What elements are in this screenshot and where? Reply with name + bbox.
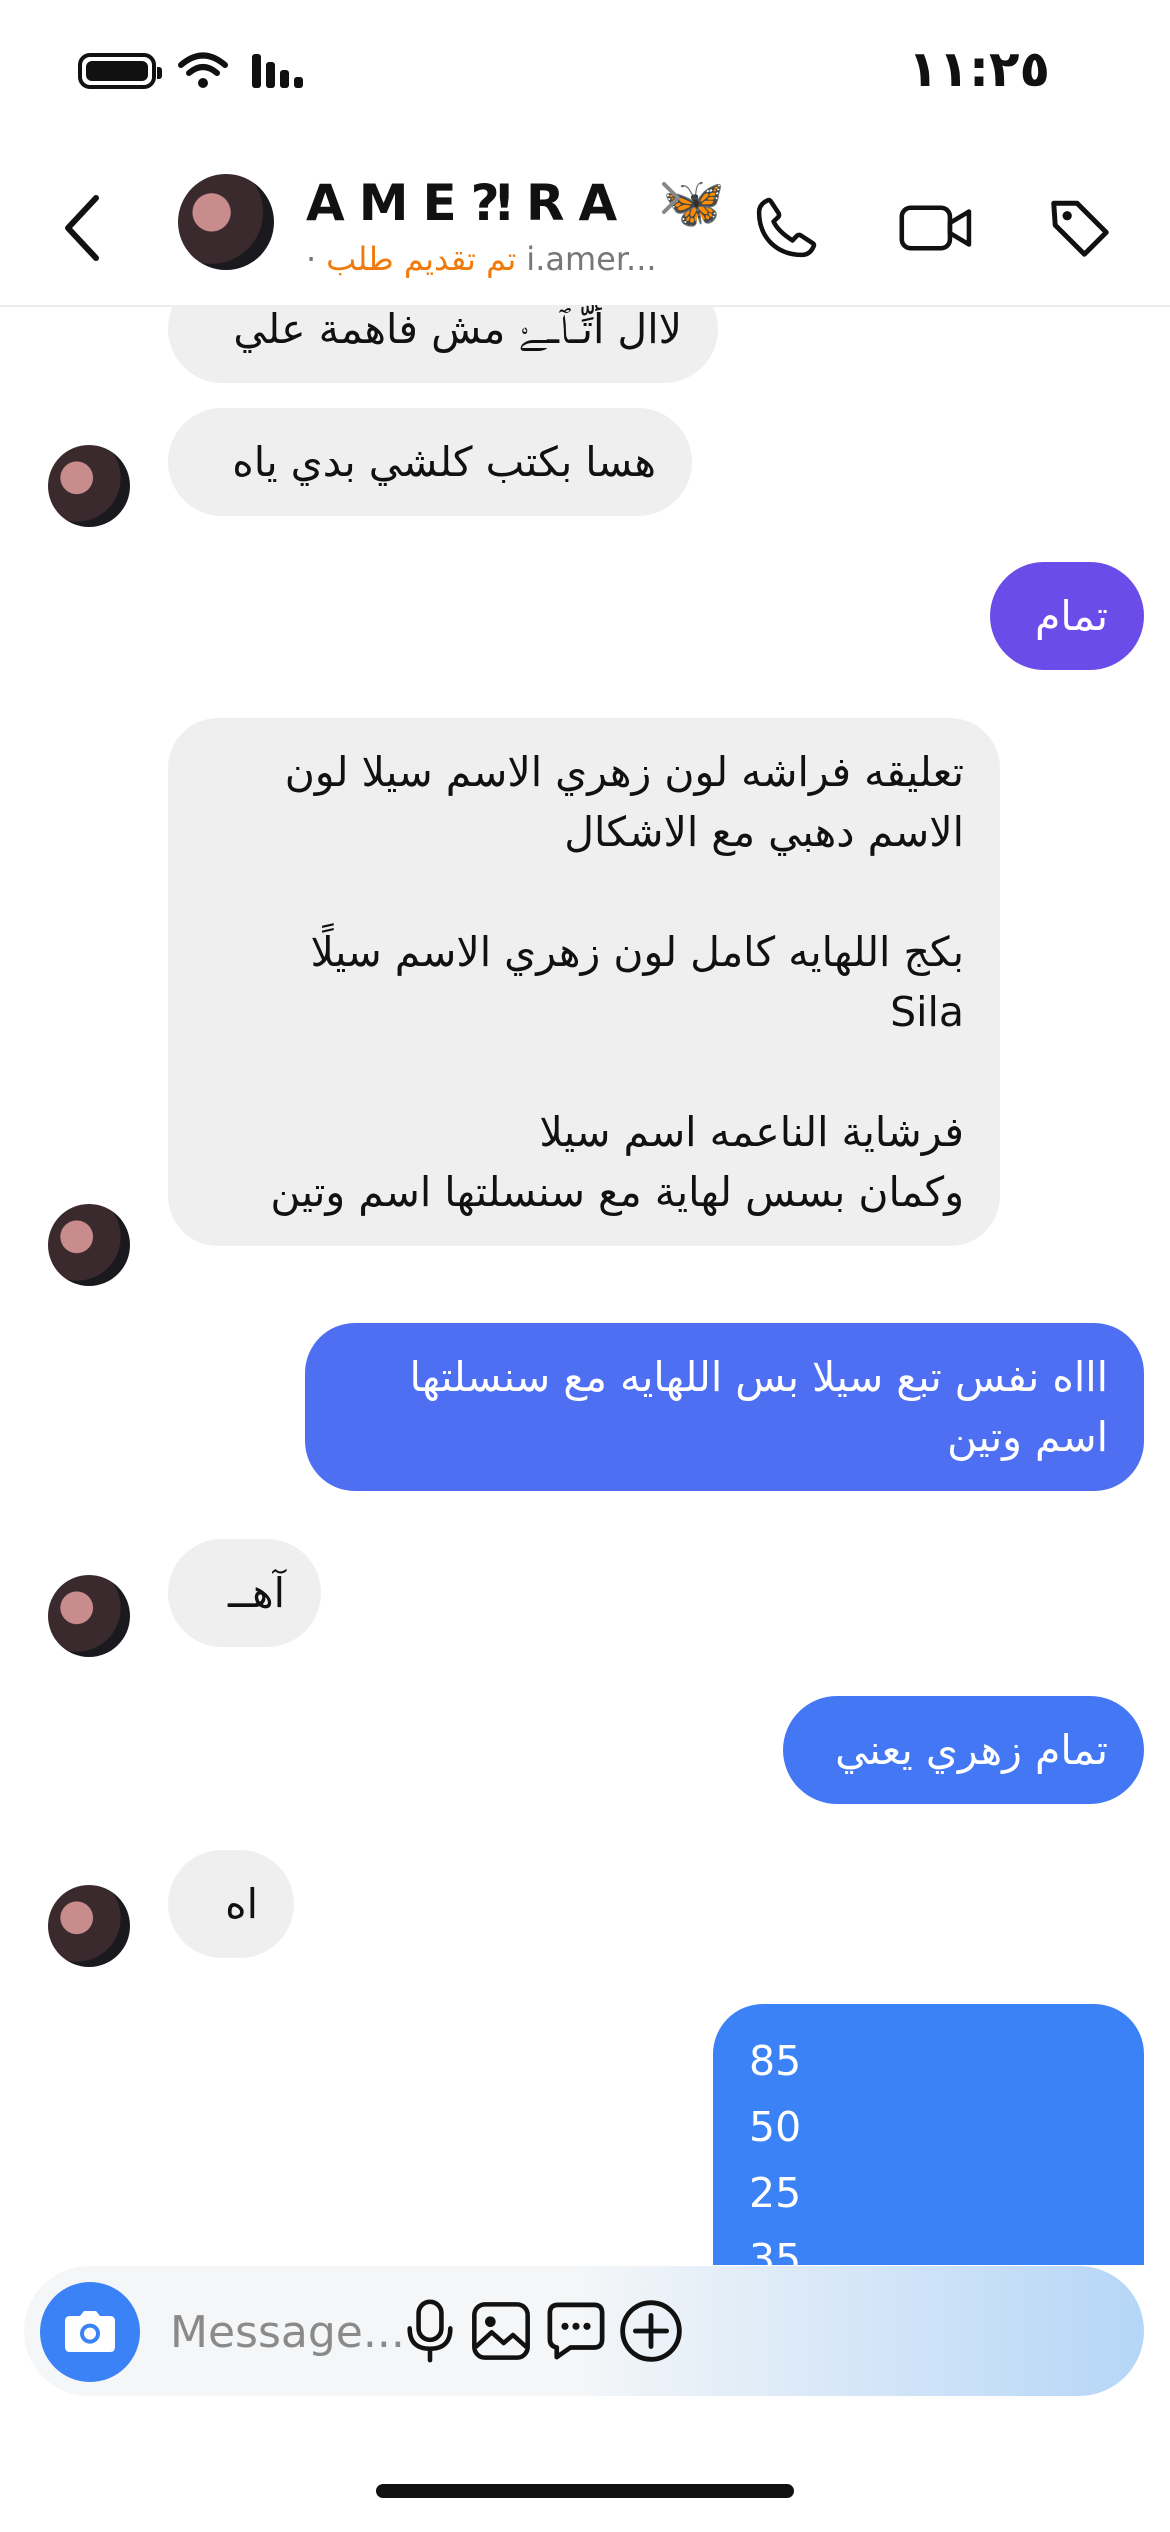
message-bubble-outgoing[interactable]: 85 50 25 35 [713, 2004, 1144, 2265]
voice-message-button[interactable] [390, 2291, 470, 2371]
contact-avatar[interactable] [178, 174, 274, 270]
message-list[interactable]: لاال أتِّـﭑـﮯْ مش فاهمة علي هسا بكتب كلش… [0, 305, 1170, 2265]
wifi-icon [178, 52, 228, 88]
signal-icon [252, 54, 303, 88]
message-bubble-incoming[interactable]: هسا بكتب كلشي بدي ياه [168, 408, 692, 516]
battery-icon [78, 53, 162, 89]
message-bubble-incoming[interactable]: لاال أتِّـﭑـﮯْ مش فاهمة علي [168, 305, 718, 383]
call-button[interactable] [746, 188, 826, 268]
sticker-icon [547, 2302, 605, 2360]
gallery-icon [472, 2302, 530, 2360]
chat-header: AME⁈RA 🦋 · تم تقديم طلب i.amer... [0, 150, 1170, 307]
video-icon [899, 205, 972, 251]
more-options-button[interactable] [611, 2291, 691, 2371]
gallery-button[interactable] [461, 2291, 541, 2371]
status-time: ١١:٢٥ [907, 40, 1050, 98]
message-bubble-incoming[interactable]: اه [168, 1850, 294, 1958]
sender-avatar[interactable] [48, 1204, 130, 1286]
chevron-left-icon [65, 195, 99, 261]
request-status: تم تقديم طلب [326, 240, 517, 278]
message-composer [24, 2266, 1144, 2396]
message-bubble-outgoing[interactable]: تمام [990, 562, 1144, 670]
message-bubble-incoming[interactable]: آهــ [168, 1539, 321, 1647]
message-bubble-outgoing[interactable]: اااه نفس تبع سيلا بس اللهايه مع سنسلتها … [305, 1323, 1144, 1491]
camera-button[interactable] [40, 2282, 140, 2382]
contact-subtitle: · تم تقديم طلب i.amer... [306, 240, 657, 278]
video-call-button[interactable] [896, 188, 976, 268]
label-button[interactable] [1040, 188, 1120, 268]
sender-avatar[interactable] [48, 445, 130, 527]
status-icons [78, 52, 310, 90]
phone-icon [756, 197, 817, 258]
message-bubble-outgoing[interactable]: تمام زهري يعني [783, 1696, 1144, 1804]
sender-avatar[interactable] [48, 1885, 130, 1967]
chevron-right-icon [662, 182, 681, 214]
microphone-icon [407, 2299, 453, 2363]
sticker-button[interactable] [536, 2291, 616, 2371]
status-bar: ١١:٢٥ [0, 0, 1170, 150]
contact-username: i.amer... [526, 240, 657, 278]
sender-avatar[interactable] [48, 1575, 130, 1657]
home-indicator[interactable] [376, 2484, 794, 2498]
plus-icon [620, 2300, 682, 2362]
message-bubble-incoming[interactable]: تعليقه فراشه لون زهري الاسم سيلا لون الا… [168, 718, 1000, 1246]
contact-separator: · [306, 240, 317, 278]
tag-icon [1051, 200, 1109, 257]
camera-icon [65, 2311, 115, 2352]
back-button[interactable] [62, 188, 122, 268]
